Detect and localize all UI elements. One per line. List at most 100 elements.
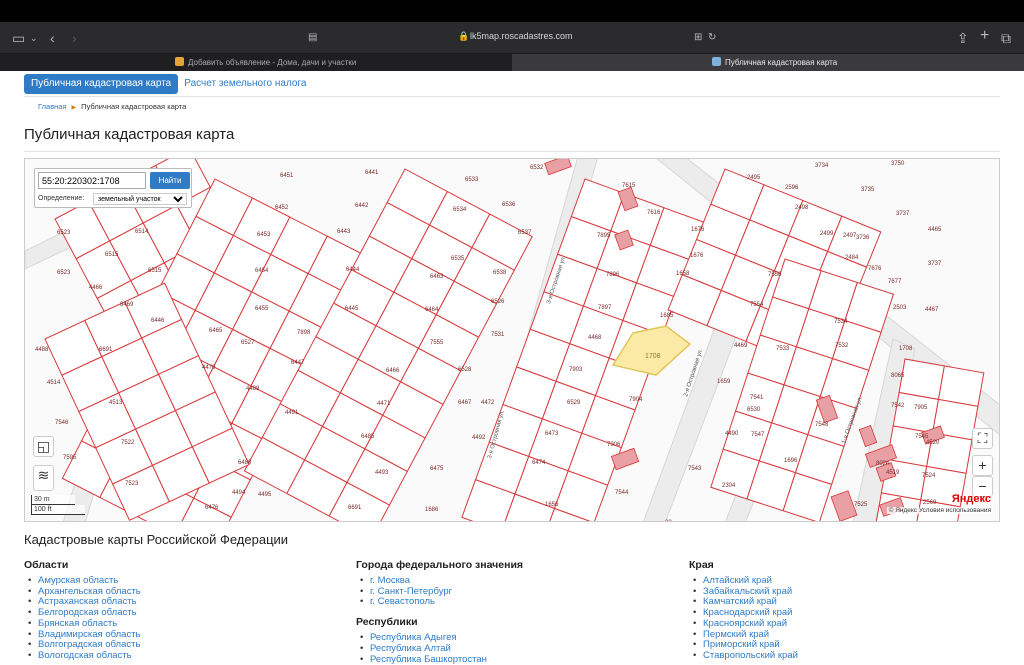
parcel-label: 6523 (57, 270, 71, 276)
parcel-label: 7544 (615, 490, 629, 496)
back-icon[interactable]: ‹ (50, 30, 55, 46)
yandex-logo: Яндекс (951, 493, 991, 505)
fullscreen-map-icon[interactable]: ◱ (33, 436, 54, 457)
parcel-label: 6538 (493, 270, 507, 276)
parcel-label: 6452 (275, 205, 289, 211)
parcel-label: 1686 (425, 507, 439, 513)
region-link[interactable]: Ставропольский край (693, 650, 798, 662)
map-canvas[interactable]: 1708 6451 6441 6533 6532 7615 2495 2596 3734 3750… (25, 159, 1000, 522)
zoom-in-button[interactable]: + (972, 455, 993, 476)
region-link[interactable]: Республика Башкортостан (360, 654, 523, 665)
favicon-icon (712, 57, 721, 66)
parcel-label: 4495 (258, 492, 272, 498)
parcel-label: 7522 (121, 440, 135, 446)
parcel-label: 6464 (425, 307, 439, 313)
tab-ad[interactable]: Добавить объявление - Дома, дачи и участ… (0, 54, 511, 71)
divider (24, 96, 1000, 97)
parcel-label: 1659 (717, 379, 731, 385)
forward-icon[interactable]: › (72, 30, 77, 46)
column-title: Края (689, 559, 714, 571)
nav-public-map-button[interactable]: Публичная кадастровая карта (24, 74, 179, 94)
expand-icon[interactable]: ⛶ (972, 428, 993, 449)
parcel-label: 6515 (105, 252, 119, 258)
parcel-label: 6474 (532, 460, 546, 466)
parcel-label: 4465 (928, 227, 942, 233)
translate-icon[interactable]: ⊞ (694, 30, 702, 46)
parcel-label: 6691 (99, 347, 113, 353)
column-title: Республики (356, 616, 418, 629)
cadastral-number-input[interactable] (38, 172, 146, 189)
parcel-label: 4469 (734, 343, 748, 349)
cadastral-map[interactable]: 1708 6451 6441 6533 6532 7615 2495 2596 3734 3750… (24, 158, 1000, 522)
parcel-label: 7533 (776, 346, 790, 352)
parcel-label: 6444 (346, 267, 360, 273)
tab-overview-icon[interactable]: ⧉ (1001, 30, 1011, 46)
share-icon[interactable]: ⇪ (957, 30, 969, 46)
parcel-label: 7525 (854, 502, 868, 508)
layers-icon[interactable]: ≋ (33, 465, 54, 491)
tab-title: Публичная кадастровая карта (725, 58, 838, 67)
parcel-label: 6467 (458, 400, 472, 406)
parcel-label: 6533 (465, 177, 479, 183)
parcel-label: 4467 (925, 307, 939, 313)
parcel-label: 1676 (691, 227, 705, 233)
breadcrumb-home-link[interactable]: Главная (38, 102, 67, 111)
parcel-label: 6451 (280, 173, 294, 179)
parcel-label: 4489 (246, 386, 260, 392)
parcel-label: 6454 (255, 268, 269, 274)
parcel-label: 6455 (255, 306, 269, 312)
search-button[interactable]: Найти (150, 172, 190, 189)
address-bar[interactable]: ▤ 🔒 lk5map.roscadastres.com ⊞ ↻ (300, 27, 724, 49)
parcel-label: 6537 (518, 230, 532, 236)
parcel-label: 6469 (120, 302, 134, 308)
parcel-label: 4514 (47, 380, 61, 386)
tab-cadastral-map[interactable]: Публичная кадастровая карта (512, 54, 1024, 71)
parcel-label: 4466 (89, 285, 103, 291)
reload-icon[interactable]: ↻ (708, 30, 716, 46)
region-link[interactable]: г. Севастополь (360, 597, 523, 608)
browser-toolbar: ▭ ⌄ ‹ › ▤ 🔒 lk5map.roscadastres.com ⊞ ↻ … (0, 22, 1024, 54)
parcel-label: 4468 (588, 335, 602, 341)
map-scale: 30 m 100 ft (31, 495, 85, 515)
breadcrumb-separator-icon: ▶ (71, 105, 77, 111)
parcel-label: 7556 (768, 272, 782, 278)
chevron-down-icon[interactable]: ⌄ (30, 30, 38, 46)
new-tab-icon[interactable]: + (980, 28, 989, 44)
sidebar-toggle-icon[interactable]: ▭ (12, 30, 25, 46)
definition-select[interactable]: земельный участок (93, 193, 187, 205)
parcel-label: 3750 (891, 161, 905, 167)
parcel-label: 4520 (926, 440, 940, 446)
parcel-label: 7542 (891, 403, 905, 409)
region-link[interactable]: Красноярский край (693, 618, 798, 630)
parcel-label: 7677 (888, 279, 902, 285)
parcel-label: 7895 (597, 233, 611, 239)
breadcrumb-current: Публичная кадастровая карта (81, 102, 187, 111)
parcel-label: 1658 (676, 271, 690, 277)
parcel-label: 7554 (750, 302, 764, 308)
column-oblasts: Области Амурская областьАрхангельская об… (24, 559, 141, 662)
map-copyright[interactable]: © Яндекс Условия использования (886, 507, 993, 514)
tab-title: Добавить объявление - Дома, дачи и участ… (188, 58, 357, 67)
parcel-label: 6465 (209, 328, 223, 334)
parcel-label: 2499 (820, 231, 834, 237)
parcel-label: 3735 (861, 187, 875, 193)
parcel-label: 6466 (386, 368, 400, 374)
parcel-label: 7532 (835, 343, 849, 349)
parcel-label: 7546 (55, 420, 69, 426)
parcel-label: 6534 (453, 207, 467, 213)
parcel-label: 6514 (135, 229, 149, 235)
parcel-label: 7903 (569, 367, 583, 373)
parcel-label: 6515 (148, 268, 162, 274)
parcel-label: 6446 (151, 318, 165, 324)
region-link[interactable]: Брянская область (28, 618, 141, 630)
parcel-label: 6529 (567, 400, 581, 406)
reader-icon[interactable]: ▤ (308, 30, 317, 46)
building (544, 159, 572, 176)
parcel-label: 4472 (481, 400, 495, 406)
nav-tax-link[interactable]: Расчет земельного налога (184, 74, 306, 94)
column-krais: Края Алтайский крайЗабайкальский крайКам… (689, 559, 798, 662)
region-link[interactable]: Республика Алтай (360, 643, 523, 655)
column-federal-cities: Города федерального значения г. Москваг.… (356, 559, 523, 665)
parcel-label: 2503 (893, 305, 907, 311)
region-link[interactable]: Вологодская область (28, 650, 141, 662)
